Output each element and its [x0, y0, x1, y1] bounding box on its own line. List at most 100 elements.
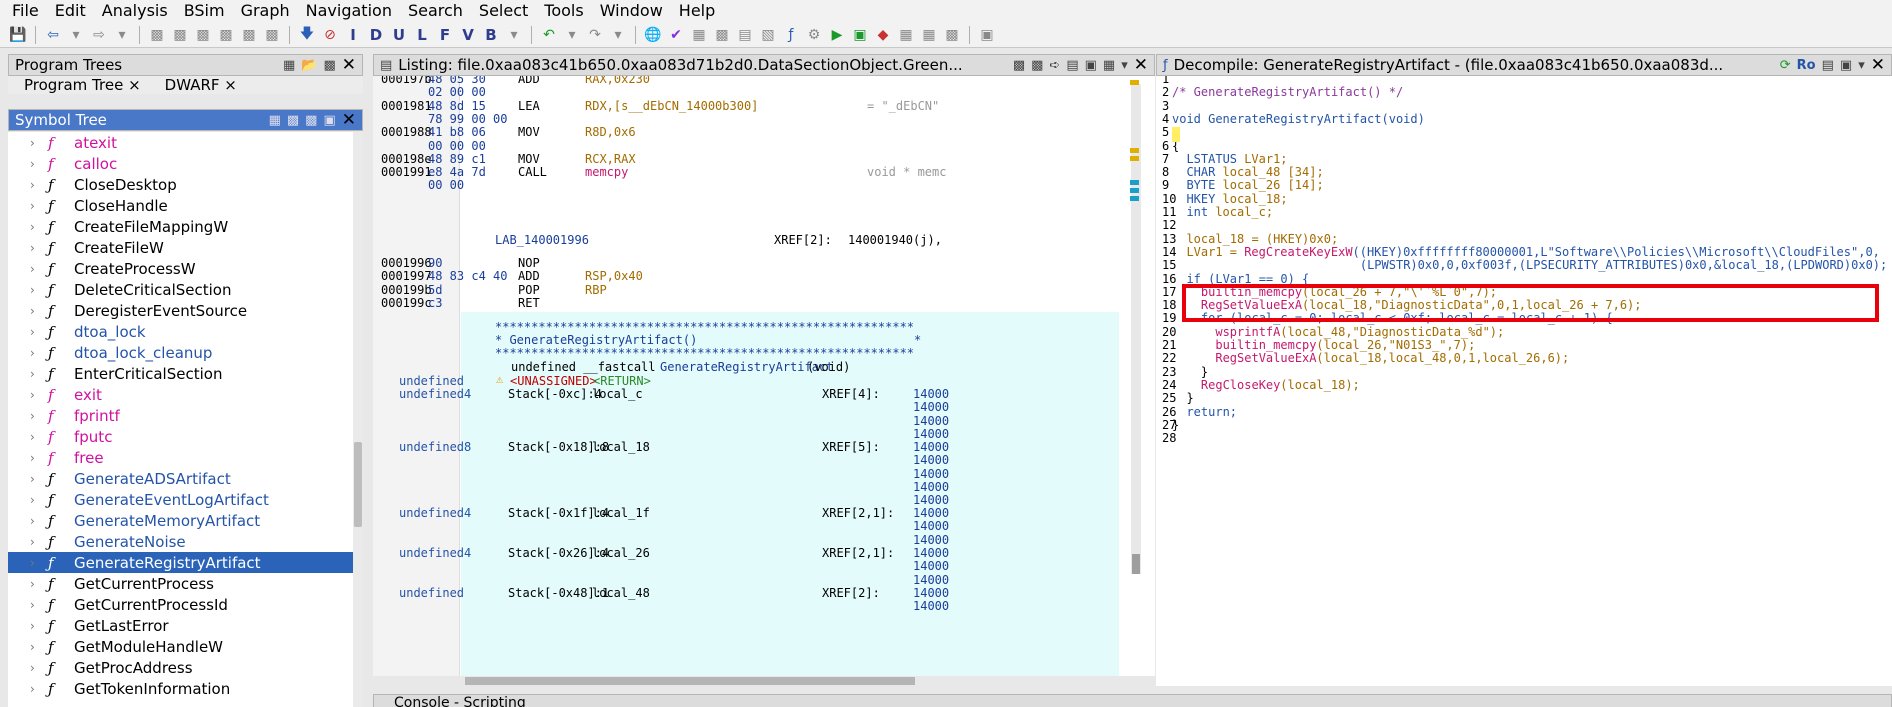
- read-only-label[interactable]: Ro: [1797, 58, 1816, 73]
- menu-bsim[interactable]: BSim: [176, 0, 233, 22]
- snapshot-icon[interactable]: ▣: [323, 113, 335, 128]
- copy-icon[interactable]: ▩: [1013, 58, 1025, 73]
- chevron-right-icon[interactable]: ›: [30, 430, 48, 444]
- overview-marker[interactable]: [1130, 148, 1139, 153]
- close-icon[interactable]: ✕: [1871, 55, 1885, 75]
- menu-analysis[interactable]: Analysis: [94, 0, 176, 22]
- tab-dwarf[interactable]: DWARF ×: [165, 76, 237, 94]
- undefined-button[interactable]: U: [389, 25, 409, 45]
- symbol-tree-item[interactable]: › ƒ EnterCriticalSection: [8, 363, 353, 384]
- menu-graph[interactable]: Graph: [233, 0, 298, 22]
- chevron-right-icon[interactable]: ›: [30, 241, 48, 255]
- graph-icon[interactable]: ⚙: [804, 25, 824, 45]
- chevron-right-icon[interactable]: ›: [30, 346, 48, 360]
- listing-horizontal-scrollbar[interactable]: [461, 676, 1121, 686]
- close-icon[interactable]: ✕: [342, 110, 356, 130]
- refresh-icon[interactable]: ⟳: [1780, 58, 1791, 73]
- symbol-tree-item[interactable]: › ƒ DeregisterEventSource: [8, 300, 353, 321]
- stop-icon[interactable]: ⊘: [320, 25, 340, 45]
- chevron-right-icon[interactable]: ›: [30, 451, 48, 465]
- chevron-right-icon[interactable]: ›: [30, 367, 48, 381]
- symbol-tree-item[interactable]: › ƒ DeleteCriticalSection: [8, 279, 353, 300]
- menu-edit[interactable]: Edit: [47, 0, 94, 22]
- snapshot-icon[interactable]: ▣: [1085, 58, 1097, 73]
- overview-marker[interactable]: [1130, 156, 1139, 161]
- back-arrow-icon[interactable]: ⇦: [43, 25, 63, 45]
- bytes-icon[interactable]: ▩: [712, 25, 732, 45]
- cursor-icon[interactable]: ➪: [1049, 58, 1060, 73]
- chevron-right-icon[interactable]: ›: [30, 556, 48, 570]
- chevron-right-icon[interactable]: ›: [30, 535, 48, 549]
- symbol-tree-item[interactable]: › ƒ GetCurrentProcess: [8, 573, 353, 594]
- navigate-icon[interactable]: ▩: [170, 25, 190, 45]
- chevron-right-icon[interactable]: ›: [30, 598, 48, 612]
- chevron-right-icon[interactable]: ›: [30, 157, 48, 171]
- navigate-icon[interactable]: ▩: [262, 25, 282, 45]
- navigate-icon[interactable]: ▩: [147, 25, 167, 45]
- symbol-tree-item[interactable]: › f calloc: [8, 153, 353, 174]
- chevron-down-icon[interactable]: ▾: [1858, 58, 1865, 73]
- decompile-body[interactable]: 1 2 3 4 5 6 7 8 9 10 11 12 13 14 15 16 17 18 19 20 21 22 23 24 2…: [1156, 76, 1892, 686]
- scrollbar-thumb[interactable]: [354, 442, 362, 527]
- menu-navigation[interactable]: Navigation: [298, 0, 400, 22]
- chevron-right-icon[interactable]: ›: [30, 682, 48, 696]
- globe-icon[interactable]: 🌐: [643, 25, 663, 45]
- chat-icon[interactable]: ▣: [977, 25, 997, 45]
- overview-marker[interactable]: [1130, 188, 1139, 193]
- filter-icon[interactable]: ▦: [269, 113, 281, 128]
- symbol-tree-item[interactable]: › ƒ dtoa_lock: [8, 321, 353, 342]
- symbol-tree-item[interactable]: › ƒ CloseHandle: [8, 195, 353, 216]
- symbol-tree-item[interactable]: › ƒ CloseDesktop: [8, 174, 353, 195]
- chevron-right-icon[interactable]: ›: [30, 661, 48, 675]
- paste-icon[interactable]: ▩: [1031, 58, 1043, 73]
- chevron-right-icon[interactable]: ›: [30, 262, 48, 276]
- view-icon[interactable]: ▩: [323, 58, 335, 73]
- chevron-down-icon[interactable]: ▾: [562, 25, 582, 45]
- forward-arrow-icon[interactable]: ⇨: [89, 25, 109, 45]
- field-edit-icon[interactable]: ▤: [1066, 58, 1078, 73]
- chevron-right-icon[interactable]: ›: [30, 640, 48, 654]
- bookmarks-icon[interactable]: ◆: [873, 25, 893, 45]
- symbol-tree-item[interactable]: › ƒ GenerateADSArtifact: [8, 468, 353, 489]
- menu-search[interactable]: Search: [400, 0, 471, 22]
- function-button[interactable]: F: [435, 25, 455, 45]
- create-icon[interactable]: ▩: [287, 113, 299, 128]
- chevron-right-icon[interactable]: ›: [30, 325, 48, 339]
- scrollbar-thumb[interactable]: [465, 677, 915, 685]
- symbol-tree-item[interactable]: › ƒ GenerateEventLogArtifact: [8, 489, 353, 510]
- symbol-tree-item[interactable]: › f fprintf: [8, 405, 353, 426]
- symbol-tree-item[interactable]: › ƒ GenerateMemoryArtifact: [8, 510, 353, 531]
- undo-icon[interactable]: ↶: [539, 25, 559, 45]
- export-icon[interactable]: ▤: [1822, 58, 1834, 73]
- navigate-icon[interactable]: ▩: [239, 25, 259, 45]
- create-tree-icon[interactable]: ▦: [283, 58, 295, 73]
- symbol-tree-item[interactable]: › ƒ CreateFileMappingW: [8, 216, 353, 237]
- menu-file[interactable]: File: [4, 0, 47, 22]
- menu-tools[interactable]: Tools: [536, 0, 591, 22]
- memory-map-icon[interactable]: ▦: [689, 25, 709, 45]
- symbol-tree-item[interactable]: › f exit: [8, 384, 353, 405]
- chevron-right-icon[interactable]: ›: [30, 472, 48, 486]
- symbol-tree-item[interactable]: › ƒ GenerateNoise: [8, 531, 353, 552]
- chevron-right-icon[interactable]: ›: [30, 199, 48, 213]
- chevron-right-icon[interactable]: ›: [30, 304, 48, 318]
- overview-marker[interactable]: [1130, 180, 1139, 185]
- label-button[interactable]: L: [412, 25, 432, 45]
- checkmark-icon[interactable]: ✔: [666, 25, 686, 45]
- script-manager-icon[interactable]: ▣: [850, 25, 870, 45]
- symbol-tree-item[interactable]: › ƒ GetLastError: [8, 615, 353, 636]
- overview-marker[interactable]: [1130, 196, 1139, 201]
- tab-program-tree[interactable]: Program Tree ×: [24, 76, 141, 94]
- close-icon[interactable]: ✕: [342, 55, 356, 75]
- chevron-right-icon[interactable]: ›: [30, 409, 48, 423]
- navigate-icon[interactable]: ▩: [216, 25, 236, 45]
- close-icon[interactable]: ✕: [1134, 55, 1148, 75]
- symbol-tree-item[interactable]: › ƒ GetProcAddress: [8, 657, 353, 678]
- function-call-icon[interactable]: ƒ: [781, 25, 801, 45]
- symbol-tree-item[interactable]: › ƒ GetCurrentProcessId: [8, 594, 353, 615]
- open-tree-icon[interactable]: 📂: [301, 58, 317, 73]
- listing-body[interactable]: 000197b 48 05 30 ADD RAX,0x230 02 00 00 00019…: [373, 76, 1155, 676]
- menu-window[interactable]: Window: [592, 0, 671, 22]
- chevron-right-icon[interactable]: ›: [30, 619, 48, 633]
- symbol-tree-item[interactable]: › f free: [8, 447, 353, 468]
